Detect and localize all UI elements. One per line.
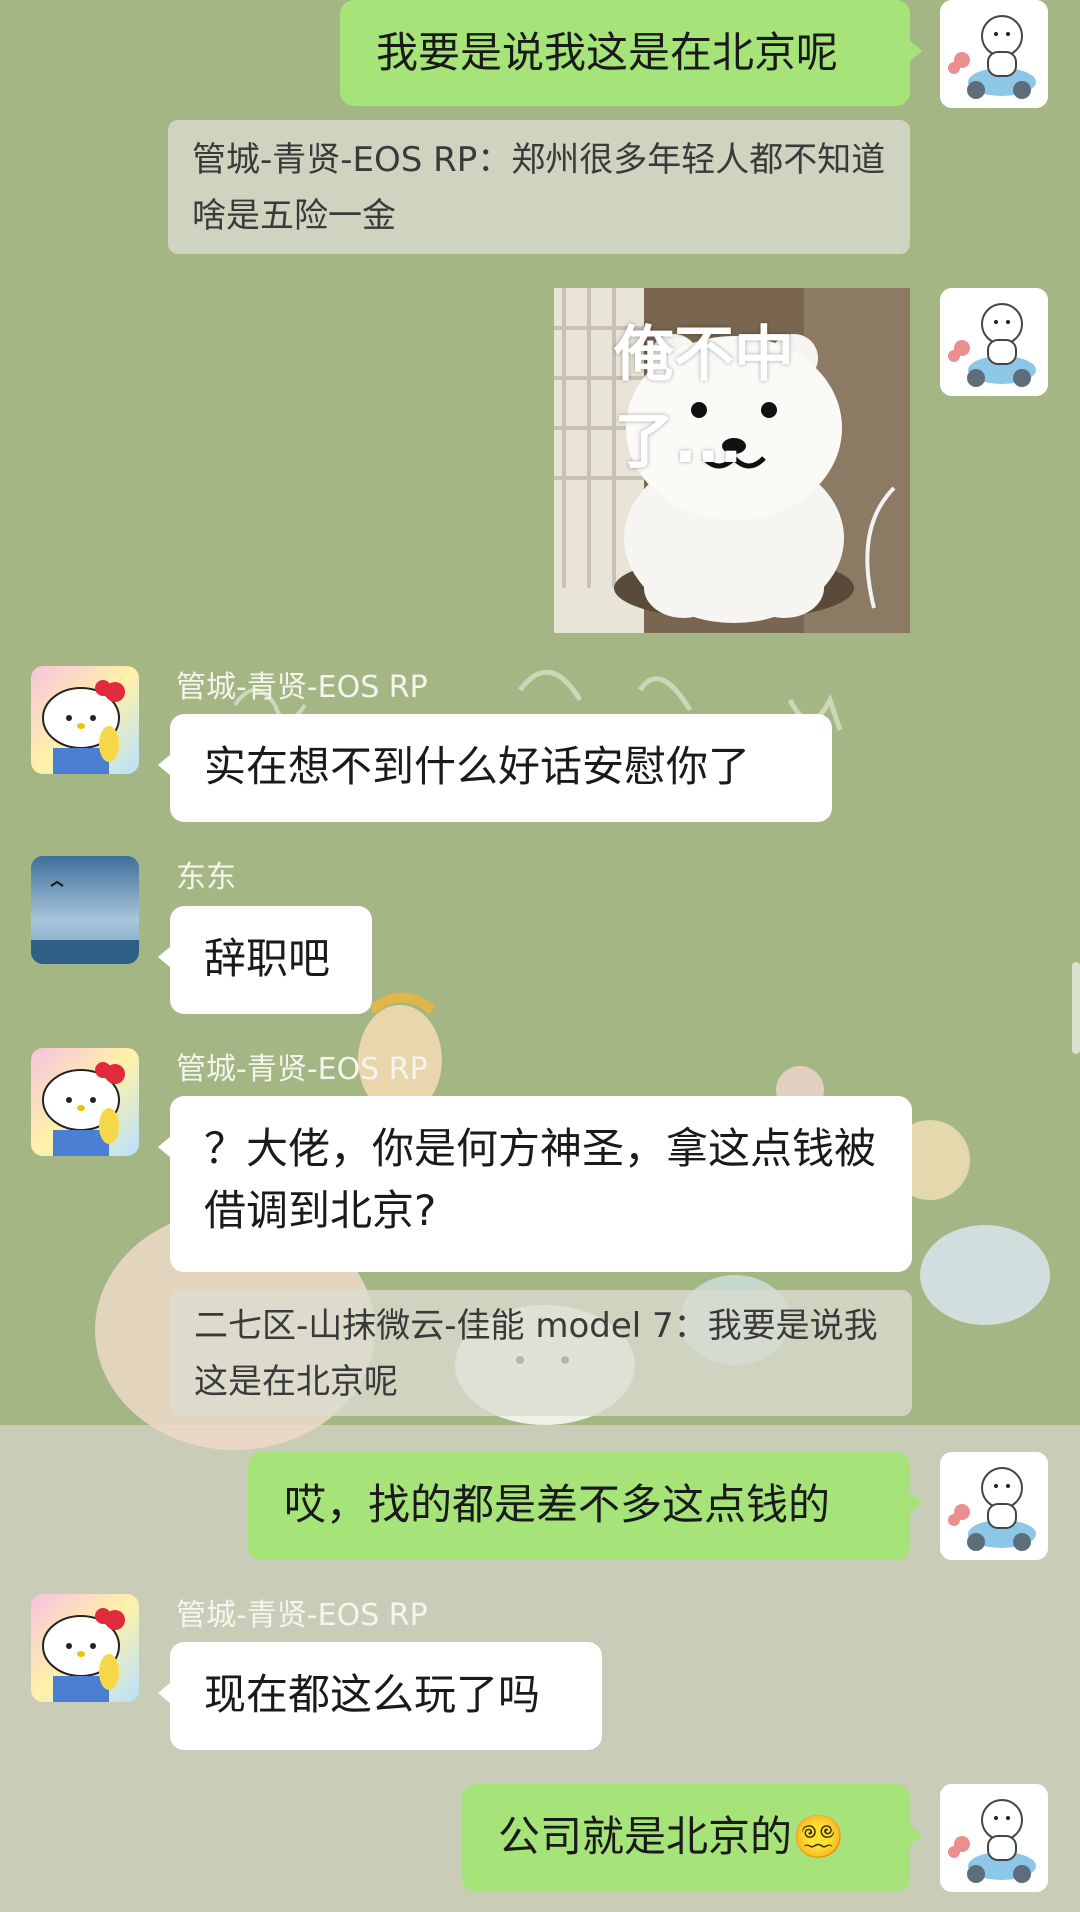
sender-name: 管城-青贤-EOS RP <box>176 1598 428 1633</box>
quote-text: 二七区-山抹微云-佳能 model 7：我要是说我这是在北京呢 <box>194 1306 878 1402</box>
hello-kitty-avatar-icon <box>31 666 139 774</box>
message-text: 实在想不到什么好话安慰你了 <box>204 742 751 791</box>
kitty-avatar[interactable] <box>31 1048 139 1156</box>
hello-kitty-avatar-icon <box>31 1048 139 1156</box>
bear-scooter-avatar-icon <box>940 0 1048 108</box>
message-text: 辞职吧 <box>204 934 331 983</box>
sticker-image[interactable]: 俺不中了... <box>554 288 910 633</box>
message-text: 我要是说我这是在北京呢 <box>376 28 839 77</box>
self-avatar[interactable] <box>940 1784 1048 1892</box>
bear-scooter-avatar-icon <box>940 288 1048 396</box>
message-bubble-outgoing[interactable]: 哎，找的都是差不多这点钱的 <box>248 1452 922 1560</box>
self-avatar[interactable] <box>940 0 1048 108</box>
message-text: 现在都这么玩了吗 <box>204 1670 541 1719</box>
self-avatar[interactable] <box>940 288 1048 396</box>
quote-text: 管城-青贤-EOS RP：郑州很多年轻人都不知道啥是五险一金 <box>192 140 886 236</box>
scrollbar[interactable] <box>1072 962 1080 1054</box>
message-bubble-outgoing[interactable]: 公司就是北京的😵‍💫 <box>462 1784 922 1892</box>
quoted-message[interactable]: 管城-青贤-EOS RP：郑州很多年轻人都不知道啥是五险一金 <box>168 120 910 254</box>
self-avatar[interactable] <box>940 1452 1048 1560</box>
sticker-caption: 俺不中了... <box>614 320 794 477</box>
message-text: 哎，找的都是差不多这点钱的 <box>284 1480 831 1529</box>
sender-name: 管城-青贤-EOS RP <box>176 670 428 705</box>
message-bubble-incoming[interactable]: ？大佬，你是何方神圣，拿这点钱被借调到北京? <box>158 1096 912 1272</box>
sender-name: 管城-青贤-EOS RP <box>176 1052 428 1087</box>
message-bubble-outgoing[interactable]: 我要是说我这是在北京呢 <box>340 0 922 106</box>
message-text: 公司就是北京的😵‍💫 <box>498 1812 845 1861</box>
bear-scooter-avatar-icon <box>940 1452 1048 1560</box>
kitty-avatar[interactable] <box>31 1594 139 1702</box>
kitty-avatar[interactable] <box>31 666 139 774</box>
message-bubble-incoming[interactable]: 辞职吧 <box>158 906 372 1014</box>
bear-scooter-avatar-icon <box>940 1784 1048 1892</box>
message-text: ？大佬，你是何方神圣，拿这点钱被借调到北京? <box>204 1124 877 1235</box>
sea-avatar[interactable] <box>31 856 139 964</box>
sea-sky-avatar-icon <box>31 856 139 964</box>
hello-kitty-avatar-icon <box>31 1594 139 1702</box>
sender-name: 东东 <box>176 860 236 895</box>
message-bubble-incoming[interactable]: 实在想不到什么好话安慰你了 <box>158 714 832 822</box>
quoted-message[interactable]: 二七区-山抹微云-佳能 model 7：我要是说我这是在北京呢 <box>170 1290 912 1416</box>
message-bubble-incoming[interactable]: 现在都这么玩了吗 <box>158 1642 602 1750</box>
